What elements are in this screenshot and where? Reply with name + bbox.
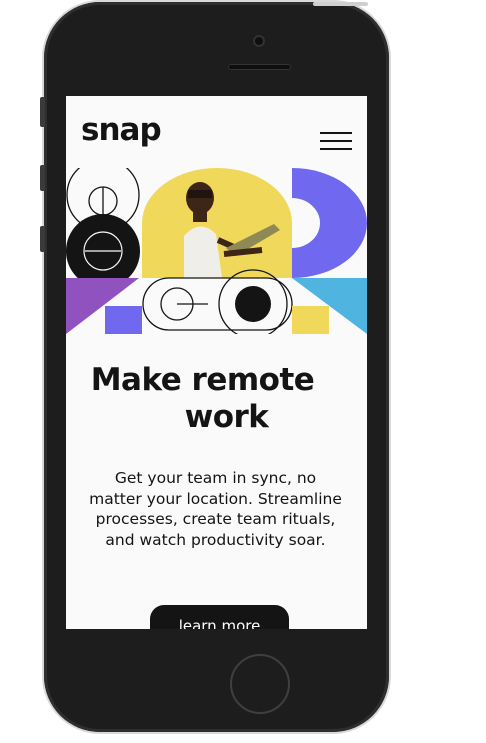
phone-screen: snap Make remote work Get your team in s… [66, 96, 367, 629]
home-button[interactable] [230, 654, 290, 714]
hamburger-menu-icon[interactable] [320, 132, 352, 150]
learn-more-button[interactable]: learn more [150, 605, 289, 629]
phone-volume-down-button [40, 226, 45, 252]
page-title-line1: Make remote [90, 362, 315, 398]
page-title: Make remote work [66, 362, 367, 436]
hero-illustration [66, 168, 367, 334]
phone-power-button [313, 2, 368, 6]
page-title-line2: work [184, 399, 269, 435]
phone-volume-up-button [40, 165, 45, 191]
phone-mute-switch [40, 97, 45, 127]
logo[interactable]: snap [81, 115, 162, 146]
phone-speaker [228, 64, 291, 70]
description-text: Get your team in sync, no matter your lo… [89, 469, 342, 549]
camera-icon [253, 35, 265, 47]
